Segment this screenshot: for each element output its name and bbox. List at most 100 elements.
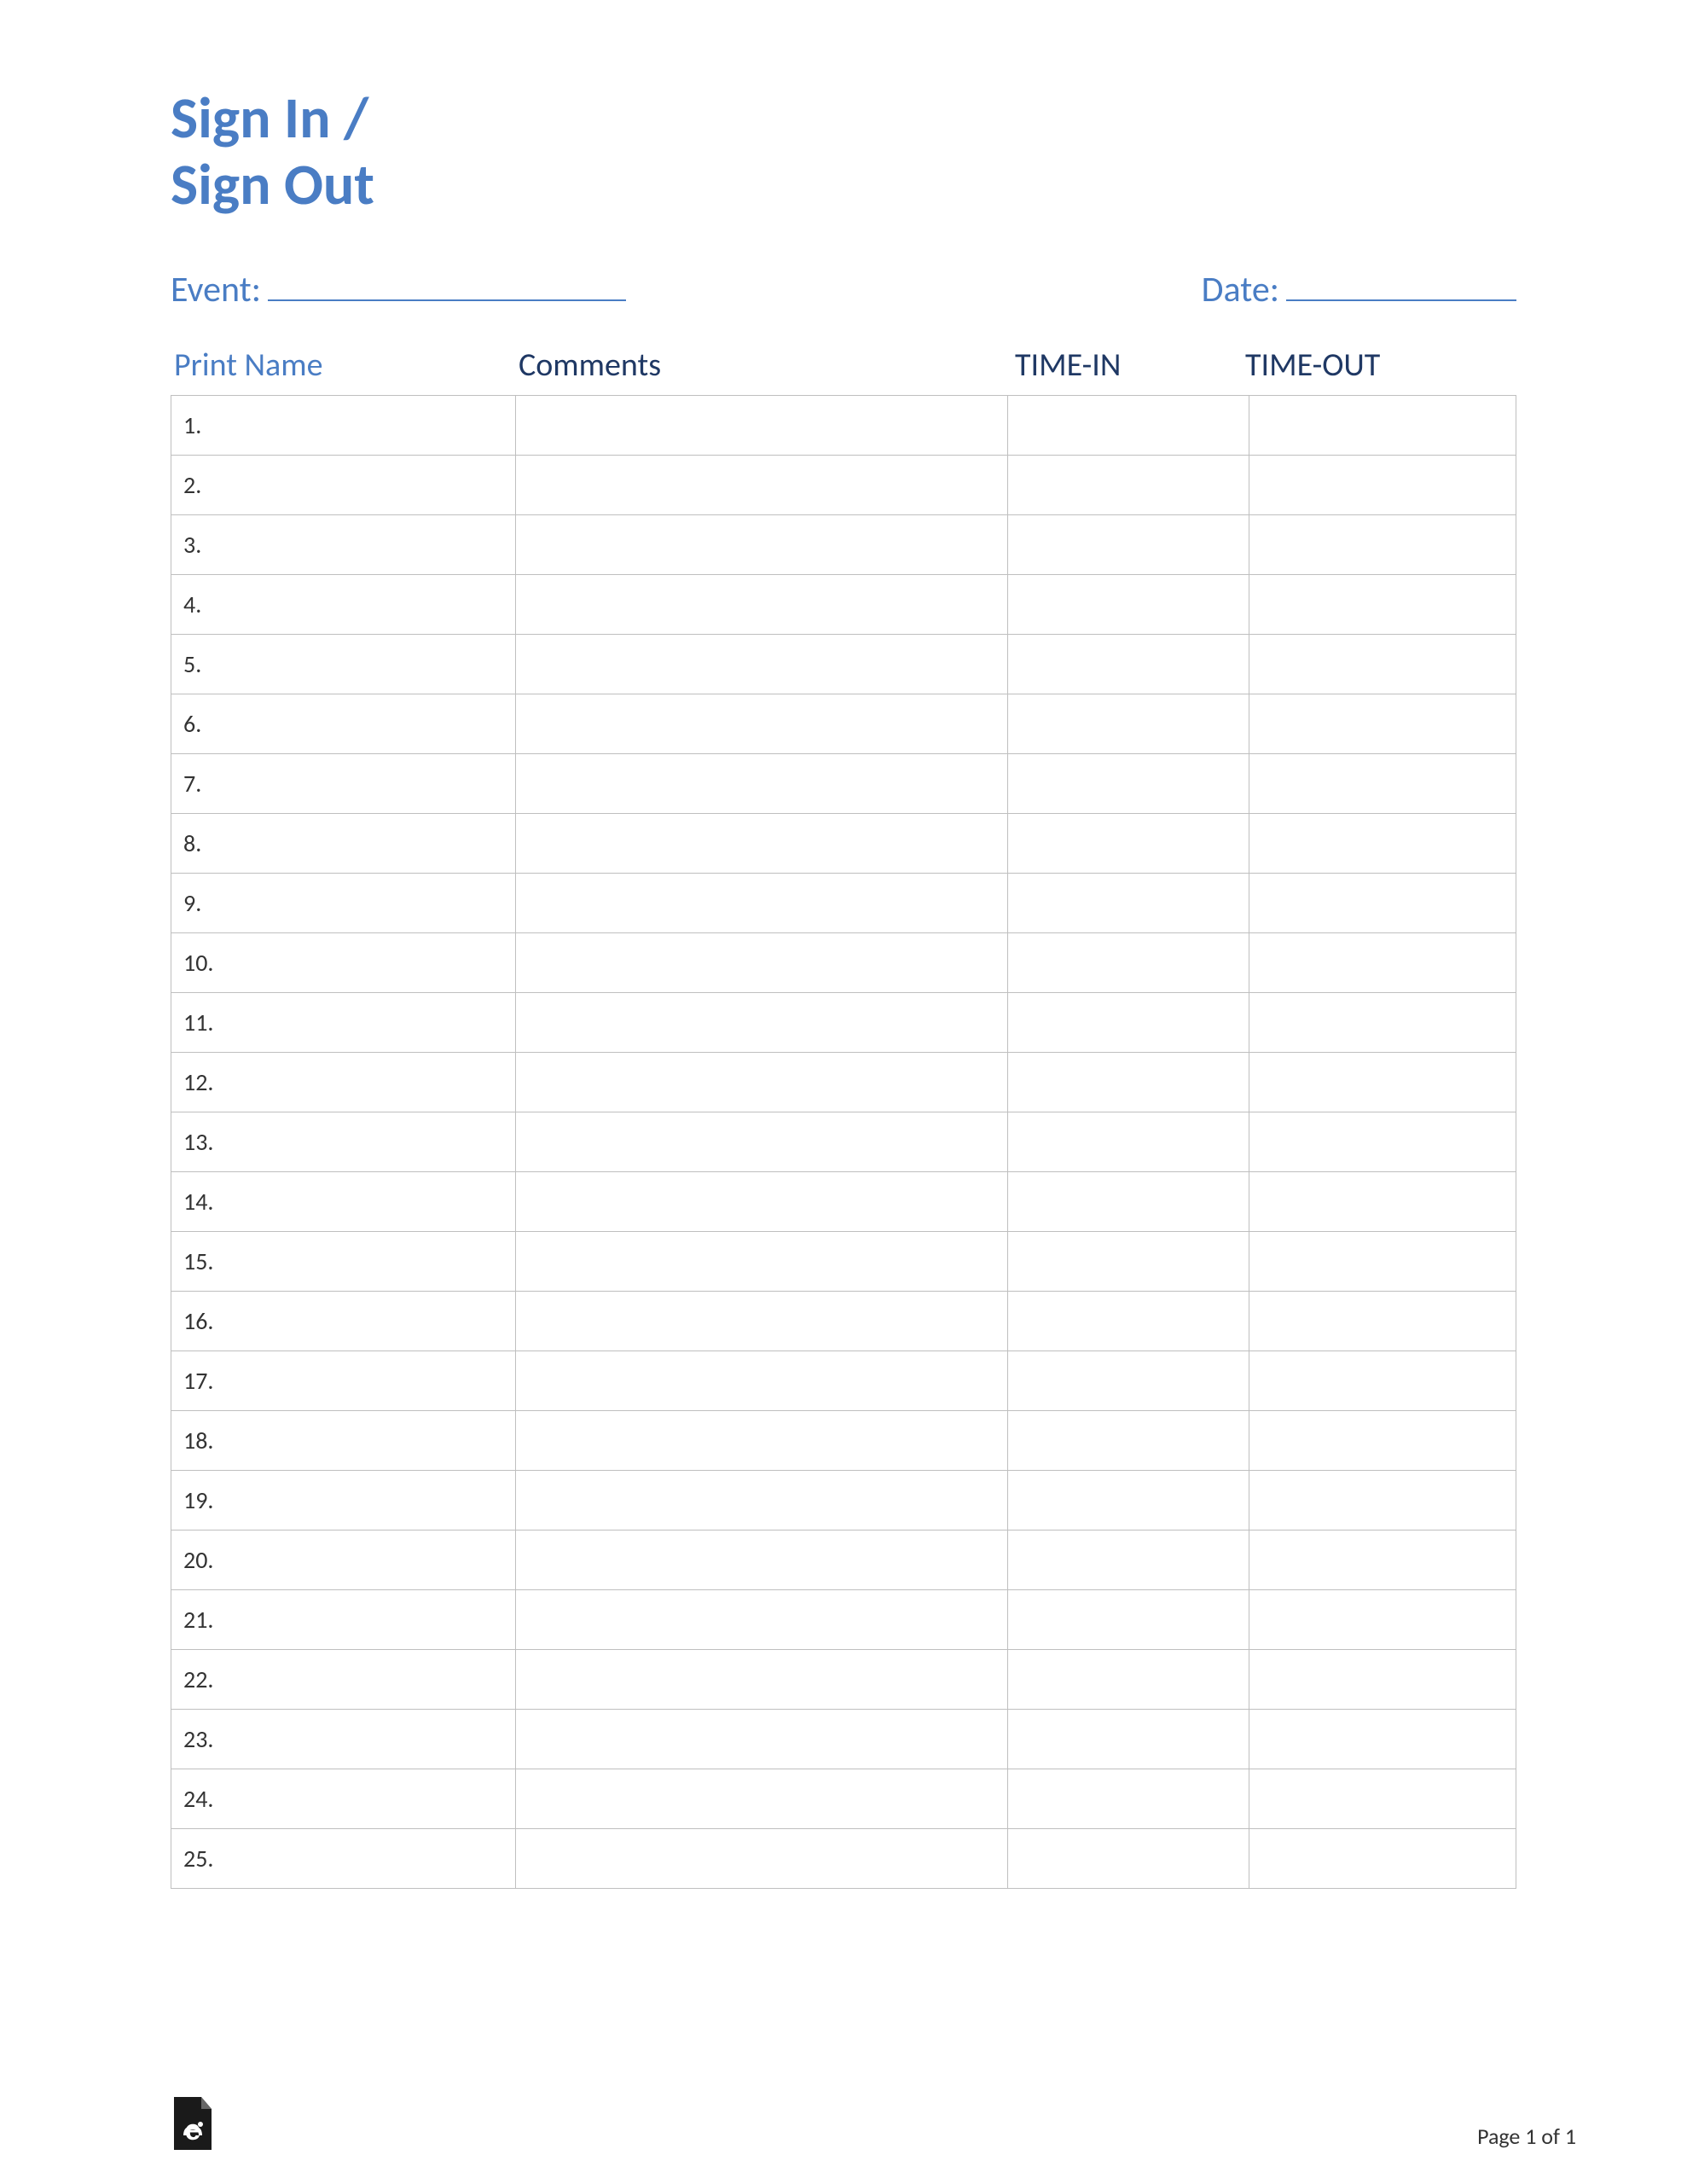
timeout-cell[interactable] [1249,873,1516,932]
comments-cell[interactable] [516,1649,1007,1709]
name-cell[interactable]: 21. [171,1589,516,1649]
timeout-cell[interactable] [1249,1649,1516,1709]
name-cell[interactable]: 10. [171,932,516,992]
timein-cell[interactable] [1007,1589,1249,1649]
timein-cell[interactable] [1007,395,1249,455]
name-cell[interactable]: 20. [171,1530,516,1589]
comments-cell[interactable] [516,514,1007,574]
comments-cell[interactable] [516,1052,1007,1112]
timein-cell[interactable] [1007,753,1249,813]
comments-cell[interactable] [516,694,1007,753]
timeout-cell[interactable] [1249,514,1516,574]
timein-cell[interactable] [1007,1052,1249,1112]
timeout-cell[interactable] [1249,1052,1516,1112]
comments-cell[interactable] [516,1410,1007,1470]
name-cell[interactable]: 9. [171,873,516,932]
comments-cell[interactable] [516,1828,1007,1888]
date-input-line[interactable] [1286,261,1516,300]
name-cell[interactable]: 25. [171,1828,516,1888]
comments-cell[interactable] [516,1769,1007,1828]
timeout-cell[interactable] [1249,1470,1516,1530]
name-cell[interactable]: 12. [171,1052,516,1112]
name-cell[interactable]: 14. [171,1171,516,1231]
timeout-cell[interactable] [1249,455,1516,514]
timein-cell[interactable] [1007,1649,1249,1709]
timeout-cell[interactable] [1249,1350,1516,1410]
timeout-cell[interactable] [1249,1112,1516,1171]
name-cell[interactable]: 4. [171,574,516,634]
timein-cell[interactable] [1007,1171,1249,1231]
name-cell[interactable]: 8. [171,813,516,873]
comments-cell[interactable] [516,873,1007,932]
name-cell[interactable]: 7. [171,753,516,813]
comments-cell[interactable] [516,634,1007,694]
timein-cell[interactable] [1007,932,1249,992]
name-cell[interactable]: 15. [171,1231,516,1291]
timeout-cell[interactable] [1249,1589,1516,1649]
comments-cell[interactable] [516,1530,1007,1589]
comments-cell[interactable] [516,1291,1007,1350]
timeout-cell[interactable] [1249,1410,1516,1470]
event-input-line[interactable] [268,261,626,300]
comments-cell[interactable] [516,1470,1007,1530]
name-cell[interactable]: 22. [171,1649,516,1709]
name-cell[interactable]: 18. [171,1410,516,1470]
timein-cell[interactable] [1007,1470,1249,1530]
name-cell[interactable]: 13. [171,1112,516,1171]
timein-cell[interactable] [1007,574,1249,634]
name-cell[interactable]: 11. [171,992,516,1052]
timeout-cell[interactable] [1249,1769,1516,1828]
timein-cell[interactable] [1007,813,1249,873]
timeout-cell[interactable] [1249,395,1516,455]
timeout-cell[interactable] [1249,694,1516,753]
timeout-cell[interactable] [1249,992,1516,1052]
timeout-cell[interactable] [1249,1231,1516,1291]
comments-cell[interactable] [516,1231,1007,1291]
timein-cell[interactable] [1007,1350,1249,1410]
timein-cell[interactable] [1007,1709,1249,1769]
name-cell[interactable]: 5. [171,634,516,694]
comments-cell[interactable] [516,395,1007,455]
name-cell[interactable]: 3. [171,514,516,574]
timeout-cell[interactable] [1249,574,1516,634]
timeout-cell[interactable] [1249,813,1516,873]
timein-cell[interactable] [1007,1410,1249,1470]
timeout-cell[interactable] [1249,753,1516,813]
comments-cell[interactable] [516,1350,1007,1410]
timeout-cell[interactable] [1249,1709,1516,1769]
comments-cell[interactable] [516,992,1007,1052]
timein-cell[interactable] [1007,1530,1249,1589]
timein-cell[interactable] [1007,1769,1249,1828]
comments-cell[interactable] [516,574,1007,634]
timeout-cell[interactable] [1249,634,1516,694]
name-cell[interactable]: 19. [171,1470,516,1530]
name-cell[interactable]: 6. [171,694,516,753]
name-cell[interactable]: 23. [171,1709,516,1769]
name-cell[interactable]: 1. [171,395,516,455]
comments-cell[interactable] [516,1589,1007,1649]
comments-cell[interactable] [516,932,1007,992]
timein-cell[interactable] [1007,992,1249,1052]
timeout-cell[interactable] [1249,1291,1516,1350]
timein-cell[interactable] [1007,1112,1249,1171]
timein-cell[interactable] [1007,455,1249,514]
timeout-cell[interactable] [1249,932,1516,992]
comments-cell[interactable] [516,1709,1007,1769]
timein-cell[interactable] [1007,634,1249,694]
comments-cell[interactable] [516,1112,1007,1171]
name-cell[interactable]: 2. [171,455,516,514]
name-cell[interactable]: 16. [171,1291,516,1350]
comments-cell[interactable] [516,813,1007,873]
name-cell[interactable]: 24. [171,1769,516,1828]
timein-cell[interactable] [1007,1828,1249,1888]
timein-cell[interactable] [1007,514,1249,574]
name-cell[interactable]: 17. [171,1350,516,1410]
comments-cell[interactable] [516,753,1007,813]
timeout-cell[interactable] [1249,1530,1516,1589]
timein-cell[interactable] [1007,1231,1249,1291]
timein-cell[interactable] [1007,873,1249,932]
timein-cell[interactable] [1007,694,1249,753]
comments-cell[interactable] [516,455,1007,514]
timeout-cell[interactable] [1249,1171,1516,1231]
timeout-cell[interactable] [1249,1828,1516,1888]
